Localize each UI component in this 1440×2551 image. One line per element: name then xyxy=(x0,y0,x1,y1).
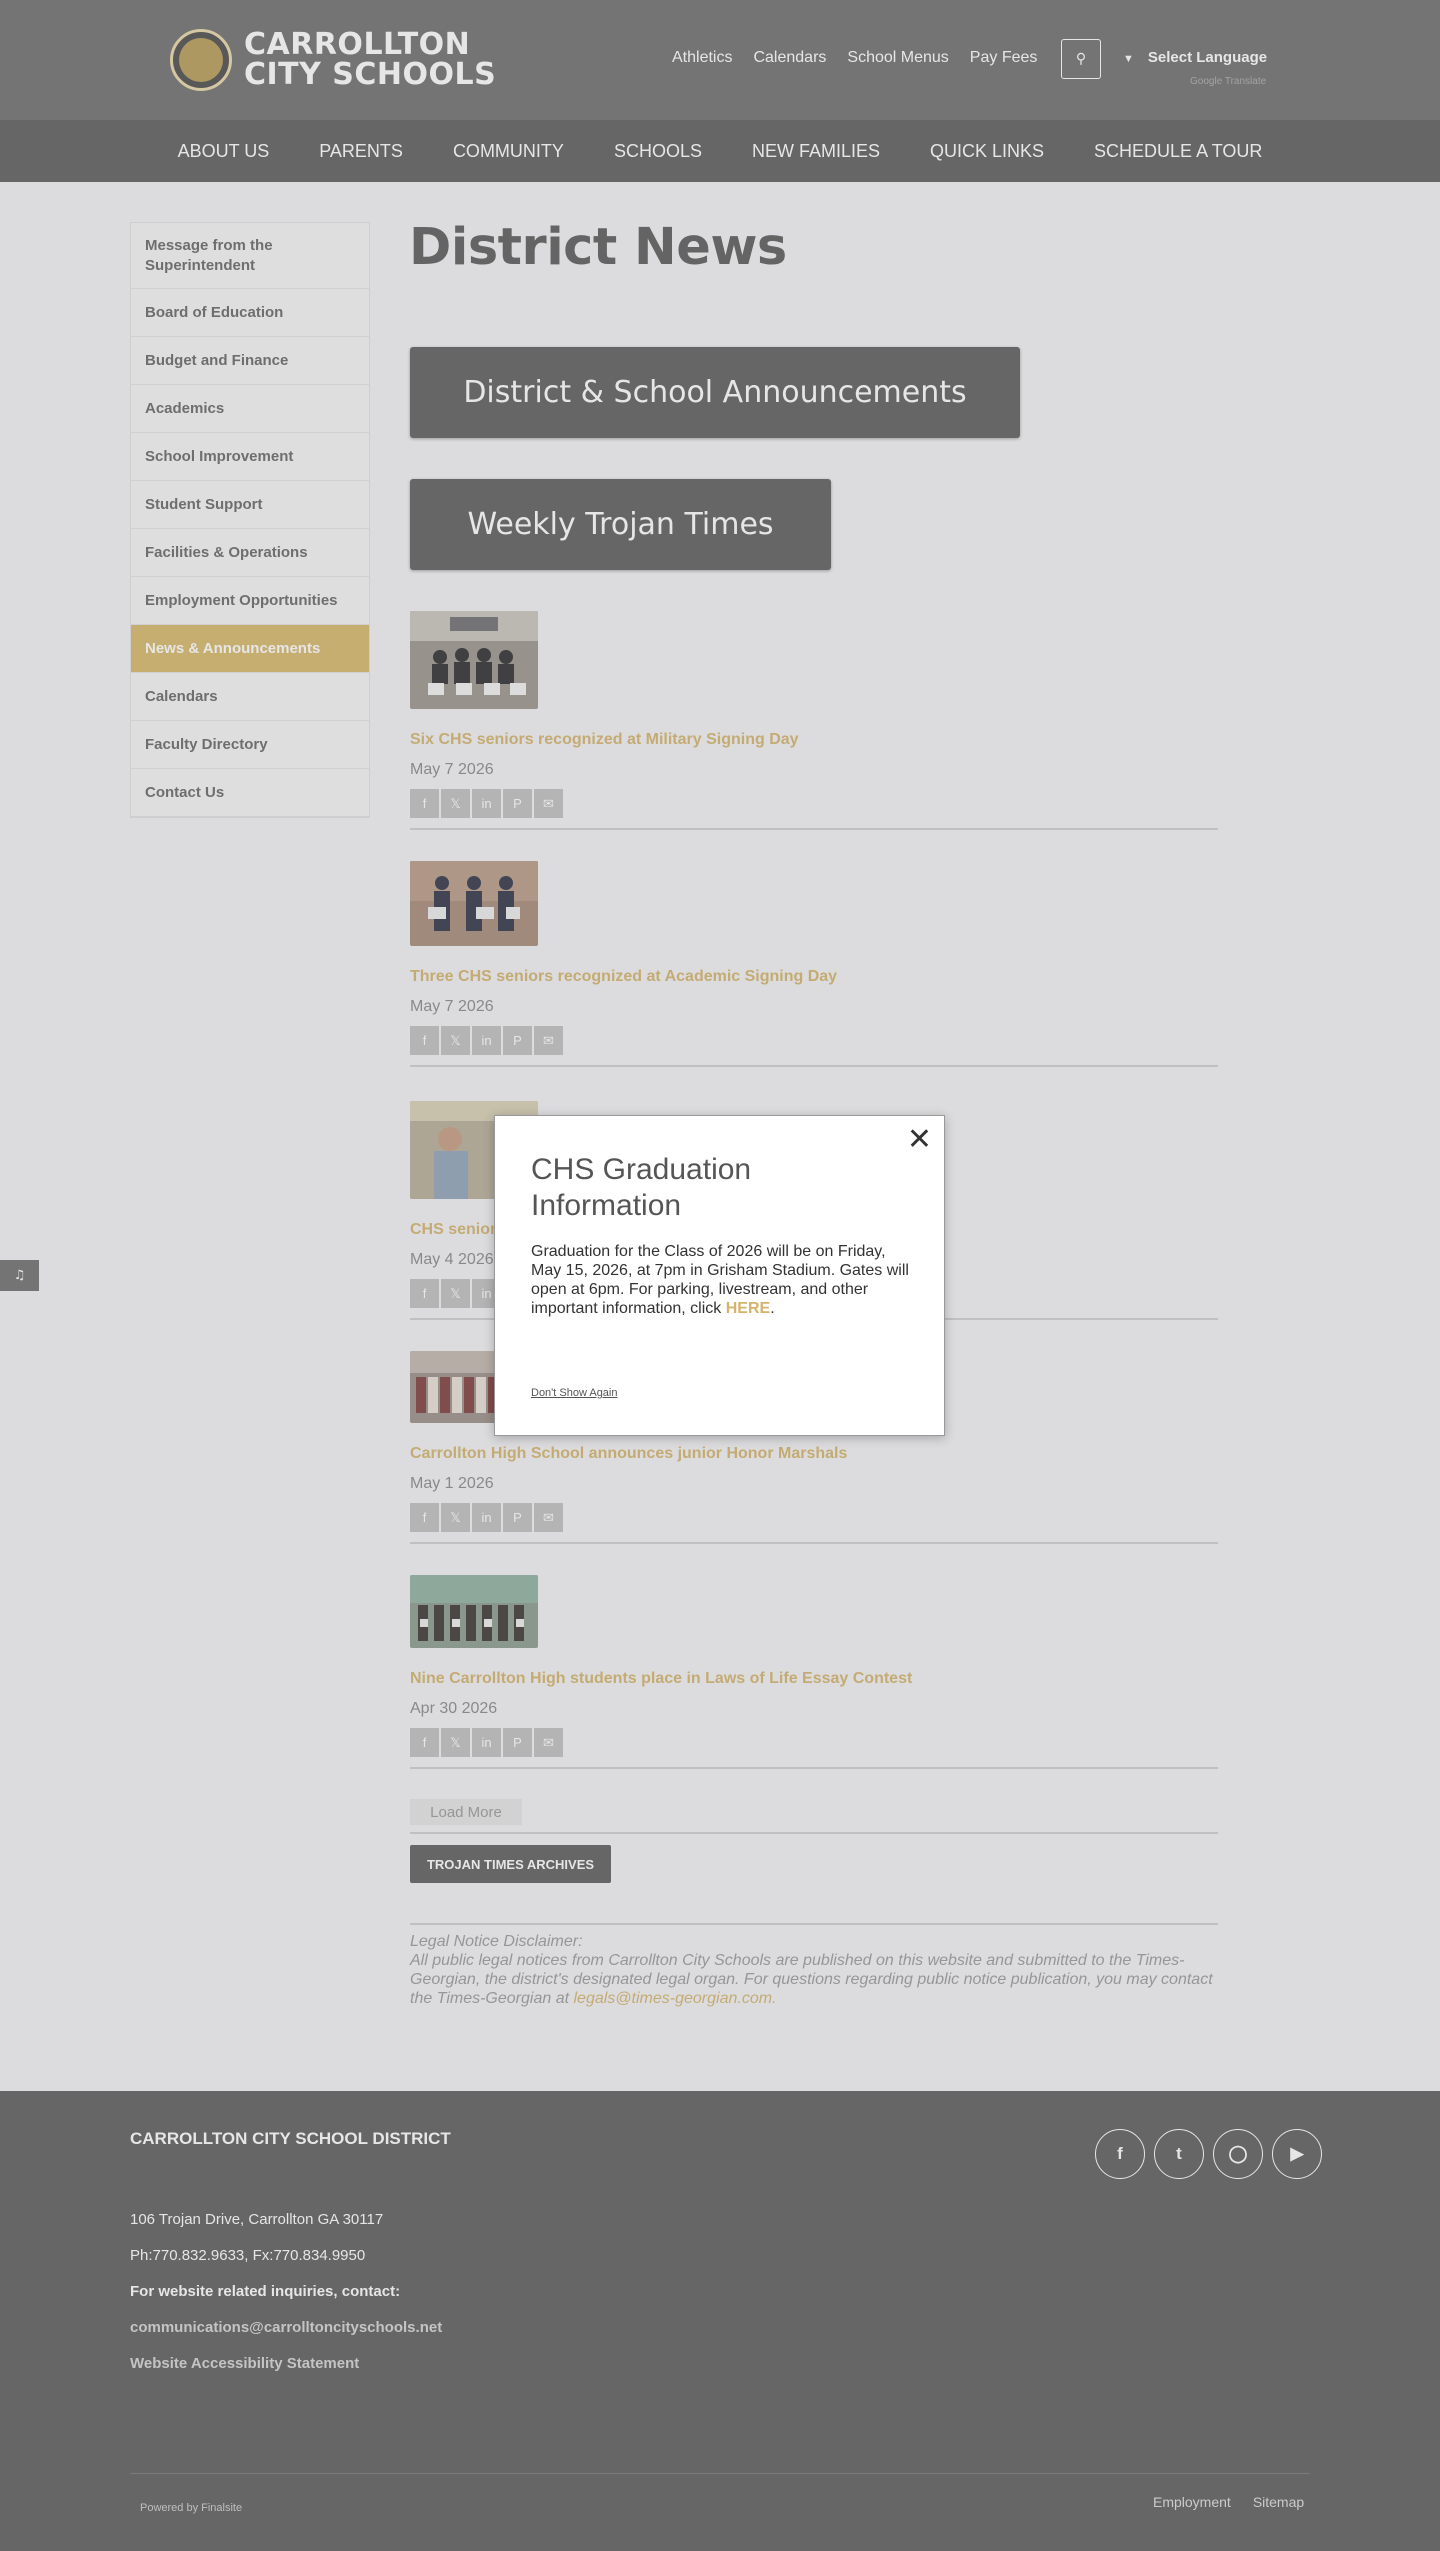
modal-title: CHS Graduation Information xyxy=(531,1153,752,1222)
dont-show-again-link[interactable]: Don't Show Again xyxy=(531,1387,618,1399)
modal-body-text: Graduation for the Class of 2026 will be… xyxy=(531,1243,909,1317)
close-icon[interactable]: ✕ xyxy=(907,1122,932,1157)
modal-here-link[interactable]: HERE xyxy=(726,1300,770,1317)
modal-body: Graduation for the Class of 2026 will be… xyxy=(531,1243,909,1317)
graduation-modal: ✕ CHS Graduation Information Graduation … xyxy=(494,1115,945,1436)
